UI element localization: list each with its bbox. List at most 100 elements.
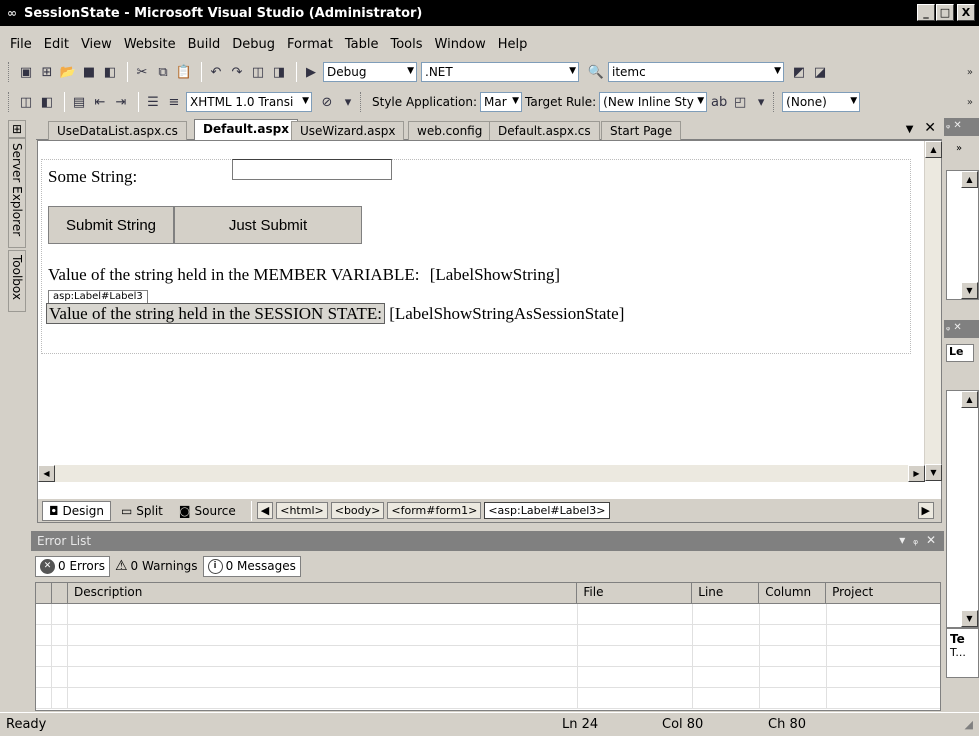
toolbar-grip[interactable]	[360, 92, 363, 112]
col-severity[interactable]	[36, 583, 52, 603]
string-textbox[interactable]	[232, 159, 392, 180]
breadcrumb-body[interactable]: <body>	[330, 502, 385, 519]
scroll-up-icon[interactable]: ▲	[925, 141, 942, 158]
comment-icon[interactable]: ◫	[17, 93, 35, 111]
properties-icon[interactable]: ◪	[811, 63, 829, 81]
save-icon[interactable]: ■	[80, 63, 98, 81]
breadcrumb-label[interactable]: <asp:Label#Label3>	[484, 502, 610, 519]
navigate-forward-icon[interactable]: ◨	[270, 63, 288, 81]
design-horizontal-scrollbar[interactable]: ◀ ▶	[38, 465, 925, 482]
breadcrumb-form[interactable]: <form#form1>	[387, 502, 482, 519]
scroll-right-icon[interactable]: ▶	[908, 465, 925, 482]
toolbar-overflow-icon[interactable]: »	[967, 97, 973, 108]
paste-icon[interactable]: 📋	[175, 63, 193, 81]
col-column[interactable]: Column	[759, 583, 827, 603]
save-all-icon[interactable]: ◧	[101, 63, 119, 81]
messages-filter-button[interactable]: i0 Messages	[202, 555, 301, 577]
target-rule-combo[interactable]: (New Inline Sty ▼	[599, 92, 708, 112]
menu-view[interactable]: View	[75, 37, 118, 52]
source-view-button[interactable]: ◙ Source	[173, 502, 242, 520]
design-vertical-scrollbar[interactable]: ▲ ▼	[924, 141, 942, 481]
open-file-icon[interactable]: 📂	[59, 63, 77, 81]
toolbar-grip[interactable]	[8, 92, 11, 112]
split-view-button[interactable]: ▭ Split	[115, 502, 169, 520]
properties-object-combo[interactable]: Le	[946, 344, 974, 362]
menu-website[interactable]: Website	[118, 37, 182, 52]
server-explorer-tab[interactable]: Server Explorer	[8, 138, 26, 248]
scroll-left-icon[interactable]: ◀	[38, 465, 55, 482]
menu-help[interactable]: Help	[492, 37, 534, 52]
pin-icon[interactable]: ᵩ ✕	[946, 322, 962, 333]
close-panel-icon[interactable]: ✕	[926, 533, 936, 547]
pin-icon[interactable]: ᵩ	[913, 533, 918, 547]
breadcrumb-right-icon[interactable]: ▶	[917, 502, 934, 519]
cut-icon[interactable]: ✂	[133, 63, 151, 81]
scroll-up-icon[interactable]: ▲	[961, 391, 978, 408]
close-button[interactable]: X	[957, 4, 975, 21]
menu-edit[interactable]: Edit	[38, 37, 75, 52]
new-project-icon[interactable]: ▣	[17, 63, 35, 81]
col-project[interactable]: Project	[826, 583, 940, 603]
outdent-icon[interactable]: ⇤	[91, 93, 109, 111]
col-index[interactable]	[52, 583, 68, 603]
properties-grid[interactable]: ▲ ▼	[946, 390, 979, 628]
tab-usedatalist-cs[interactable]: UseDataList.aspx.cs	[48, 121, 187, 140]
col-description[interactable]: Description	[68, 583, 578, 603]
tab-web-config[interactable]: web.config	[408, 121, 492, 140]
menu-tools[interactable]: Tools	[384, 37, 428, 52]
format-selection-icon[interactable]: ≡	[165, 93, 183, 111]
design-view-button[interactable]: ◘ Design	[42, 500, 111, 521]
menu-debug[interactable]: Debug	[226, 37, 281, 52]
tab-dropdown-icon[interactable]: ▼	[906, 124, 914, 135]
resize-grip-icon[interactable]: ◢	[965, 718, 973, 731]
panel-dropdown-icon[interactable]: ▾	[899, 533, 905, 547]
session-state-label[interactable]: Value of the string held in the SESSION …	[46, 303, 385, 324]
apply-new-style-icon[interactable]: ab	[710, 93, 728, 111]
find-combo[interactable]: itemc ▼	[608, 62, 784, 82]
start-debugging-icon[interactable]: ▶	[302, 63, 320, 81]
solution-explorer-icon[interactable]: ◩	[790, 63, 808, 81]
maximize-button[interactable]: □	[936, 4, 954, 21]
reuse-existing-style-icon[interactable]: ◰	[731, 93, 749, 111]
solution-tree[interactable]: ▲ ▼	[946, 170, 979, 300]
menu-window[interactable]: Window	[429, 37, 492, 52]
doctype-combo[interactable]: XHTML 1.0 Transi ▼	[186, 92, 312, 112]
solution-configuration-combo[interactable]: Debug ▼	[323, 62, 417, 82]
tab-usewizard-aspx[interactable]: UseWizard.aspx	[291, 121, 405, 140]
redo-icon[interactable]: ↷	[228, 63, 246, 81]
menu-table[interactable]: Table	[339, 37, 385, 52]
check-accessibility-icon[interactable]: ⊘	[318, 93, 336, 111]
minimize-button[interactable]: _	[917, 4, 935, 21]
style-application-combo[interactable]: Mar ▼	[480, 92, 523, 112]
format-document-icon[interactable]: ☰	[144, 93, 162, 111]
indent-icon[interactable]: ⇥	[112, 93, 130, 111]
toolbar-grip[interactable]	[8, 62, 11, 82]
toolbox-tab[interactable]: Toolbox	[8, 250, 26, 312]
uncomment-icon[interactable]: ◧	[38, 93, 56, 111]
toolbar-overflow-icon[interactable]: »	[967, 67, 973, 78]
scroll-down-icon[interactable]: ▼	[925, 464, 942, 481]
menu-file[interactable]: File	[4, 37, 38, 52]
submit-string-button[interactable]: Submit String	[48, 206, 174, 244]
scroll-up-icon[interactable]: ▲	[961, 171, 978, 188]
col-line[interactable]: Line	[692, 583, 760, 603]
errors-filter-button[interactable]: ✕ 0 Errors	[35, 555, 110, 577]
scroll-down-icon[interactable]: ▼	[961, 282, 978, 299]
pin-icon[interactable]: ᵩ ✕	[946, 120, 962, 131]
copy-icon[interactable]: ⧉	[154, 63, 172, 81]
toolbar-options-icon[interactable]: ▾	[752, 93, 770, 111]
dock-pin-icon[interactable]: ⊞	[8, 120, 26, 138]
add-item-icon[interactable]: ⊞	[38, 63, 56, 81]
toolbar-options-icon[interactable]: ▾	[339, 93, 357, 111]
bookmark-icon[interactable]: ▤	[70, 93, 88, 111]
platform-combo[interactable]: .NET ▼	[421, 62, 579, 82]
tab-default-aspx-cs[interactable]: Default.aspx.cs	[489, 121, 600, 140]
col-file[interactable]: File	[577, 583, 693, 603]
warnings-filter-button[interactable]: ⚠ 0 Warnings	[110, 555, 203, 577]
just-submit-button[interactable]: Just Submit	[174, 206, 362, 244]
breadcrumb-html[interactable]: <html>	[276, 502, 328, 519]
close-document-icon[interactable]: ✕	[924, 120, 936, 136]
toolbar-grip[interactable]	[773, 92, 776, 112]
navigate-back-icon[interactable]: ◫	[249, 63, 267, 81]
undo-icon[interactable]: ↶	[207, 63, 225, 81]
